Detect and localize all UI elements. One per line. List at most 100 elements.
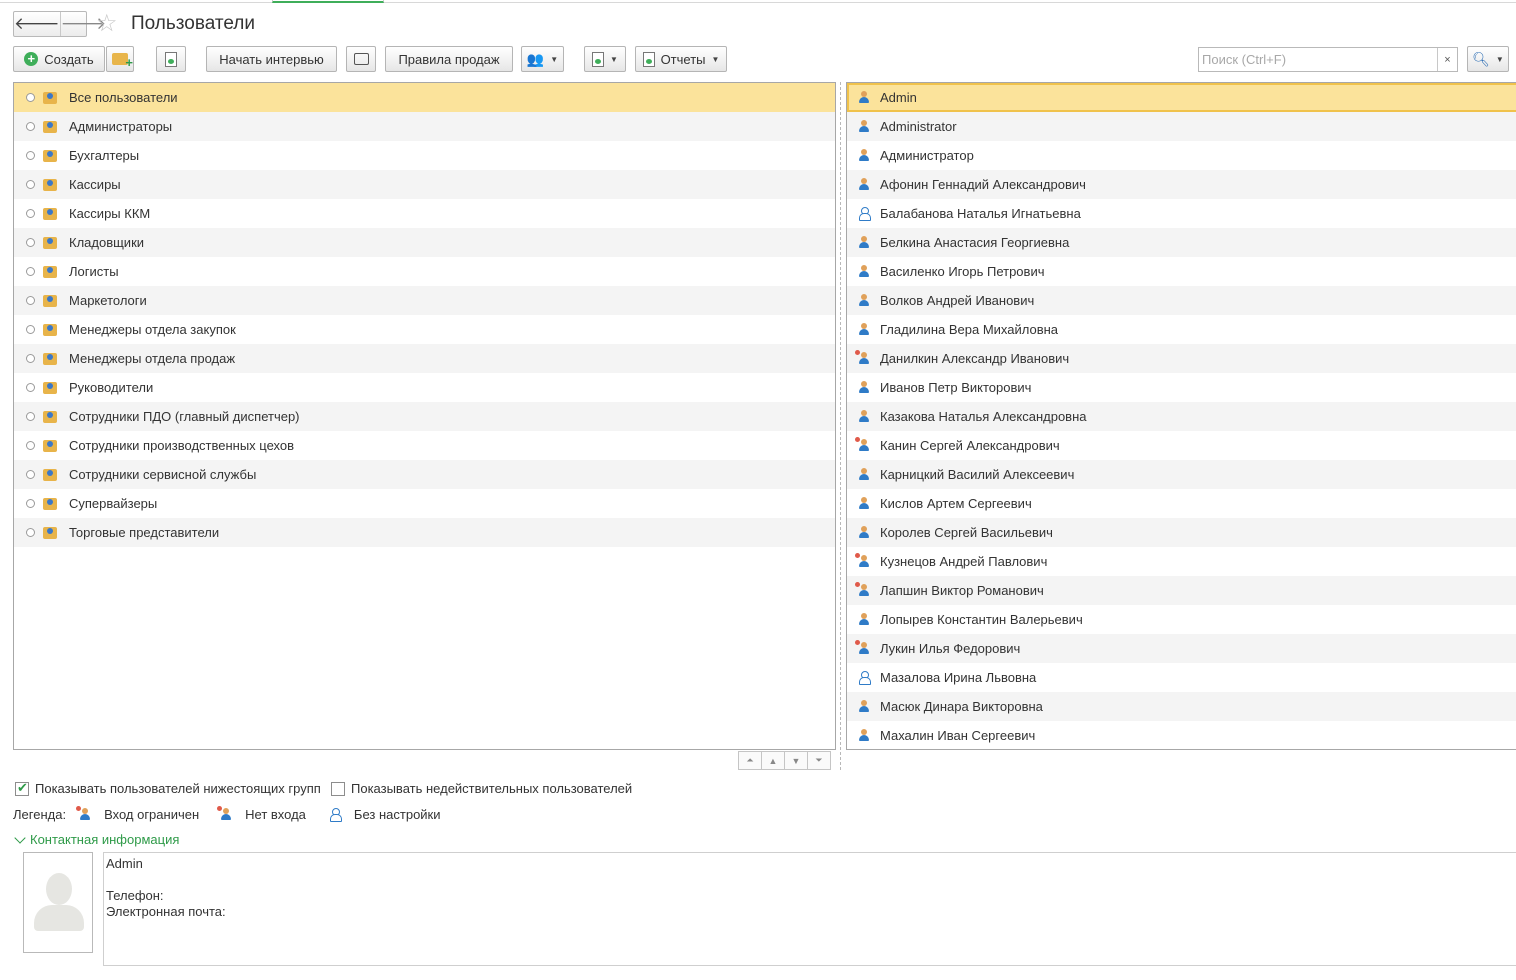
radio-icon — [26, 122, 35, 131]
user-row[interactable]: Кузнецов Андрей Павлович — [847, 547, 1516, 576]
users-menu-button[interactable]: 👥 ▼ — [521, 46, 564, 72]
group-row[interactable]: Торговые представители — [14, 518, 835, 547]
legend-no-login: Нет входа — [245, 807, 306, 822]
user-photo[interactable] — [23, 852, 93, 953]
move-up-button[interactable]: ▲ — [761, 751, 785, 770]
group-row[interactable]: Кассиры ККМ — [14, 199, 835, 228]
user-row[interactable]: Мазалова Ирина Львовна — [847, 663, 1516, 692]
panel-splitter[interactable] — [840, 82, 841, 770]
group-row[interactable]: Маркетологи — [14, 286, 835, 315]
user-groups-list[interactable]: Все пользователи Администраторы Бухгалте… — [13, 82, 836, 750]
user-row[interactable]: Канин Сергей Александрович — [847, 431, 1516, 460]
reports-label: Отчеты — [660, 51, 706, 67]
move-down-button[interactable]: ▼ — [784, 751, 808, 770]
user-row[interactable]: Казакова Наталья Александровна — [847, 402, 1516, 431]
search-menu-button[interactable]: 🔍︎ ▼ — [1467, 46, 1509, 72]
radio-icon — [26, 93, 35, 102]
radio-icon — [26, 354, 35, 363]
users-icon: 👥 — [526, 50, 545, 67]
user-name: Иванов Петр Викторович — [880, 380, 1032, 395]
user-row[interactable]: Кислов Артем Сергеевич — [847, 489, 1516, 518]
user-icon — [859, 497, 869, 510]
user-name: Лукин Илья Федорович — [880, 641, 1021, 656]
group-row[interactable]: Менеджеры отдела продаж — [14, 344, 835, 373]
group-row[interactable]: Руководители — [14, 373, 835, 402]
show-subgroups-checkbox[interactable] — [15, 780, 29, 796]
user-row[interactable]: Белкина Анастасия Георгиевна — [847, 228, 1516, 257]
group-row[interactable]: Бухгалтеры — [14, 141, 835, 170]
user-icon — [859, 178, 869, 191]
user-row[interactable]: Иванов Петр Викторович — [847, 373, 1516, 402]
show-inactive-option[interactable]: Показывать недействительных пользователе… — [331, 781, 632, 796]
user-row[interactable]: Масюк Динара Викторовна — [847, 692, 1516, 721]
clear-search-button[interactable]: × — [1437, 48, 1457, 71]
user-row[interactable]: Королев Сергей Васильевич — [847, 518, 1516, 547]
create-button[interactable]: + Создать — [13, 46, 105, 72]
report-icon — [642, 51, 655, 67]
group-label: Менеджеры отдела продаж — [69, 351, 236, 366]
reports-menu-button[interactable]: Отчеты ▼ — [635, 46, 727, 72]
start-interview-button[interactable]: Начать интервью — [206, 46, 337, 72]
user-icon — [859, 149, 869, 162]
dropdown-icon: ▼ — [550, 54, 559, 64]
group-row[interactable]: Сотрудники производственных цехов — [14, 431, 835, 460]
group-row[interactable]: Кассиры — [14, 170, 835, 199]
user-row[interactable]: Лапшин Виктор Романович — [847, 576, 1516, 605]
user-row[interactable]: Афонин Геннадий Александрович — [847, 170, 1516, 199]
radio-icon — [26, 412, 35, 421]
user-row[interactable]: Карницкий Василий Алексеевич — [847, 460, 1516, 489]
user-row[interactable]: Лопырев Константин Валерьевич — [847, 605, 1516, 634]
group-row[interactable]: Администраторы — [14, 112, 835, 141]
users-list[interactable]: Admin Administrator Администратор Афонин… — [846, 82, 1516, 750]
group-row[interactable]: Сотрудники сервисной службы — [14, 460, 835, 489]
group-label: Кладовщики — [69, 235, 145, 250]
user-row[interactable]: Махалин Иван Сергеевич — [847, 721, 1516, 749]
user-icon — [859, 468, 869, 481]
user-row[interactable]: Данилкин Александр Иванович — [847, 344, 1516, 373]
user-row[interactable]: Лукин Илья Федорович — [847, 634, 1516, 663]
user-row[interactable]: Администратор — [847, 141, 1516, 170]
user-row[interactable]: Василенко Игорь Петрович — [847, 257, 1516, 286]
move-bottom-button[interactable]: ⏷ — [807, 751, 831, 770]
sales-rules-button[interactable]: Правила продаж — [385, 46, 513, 72]
user-name: Василенко Игорь Петрович — [880, 264, 1045, 279]
radio-icon — [26, 296, 35, 305]
radio-icon — [26, 499, 35, 508]
group-row[interactable]: Сотрудники ПДО (главный диспетчер) — [14, 402, 835, 431]
show-inactive-checkbox[interactable] — [331, 781, 345, 796]
user-name: Administrator — [880, 119, 957, 134]
user-icon — [859, 700, 869, 713]
user-row[interactable]: Administrator — [847, 112, 1516, 141]
user-row[interactable]: Admin — [847, 83, 1516, 112]
show-subgroups-option[interactable]: Показывать пользователей нижестоящих гру… — [15, 780, 321, 796]
user-icon — [859, 91, 869, 104]
group-row[interactable]: Все пользователи — [14, 83, 835, 112]
back-button[interactable]: 🡐 — [14, 12, 60, 36]
copy-button[interactable] — [156, 46, 186, 72]
group-row[interactable]: Супервайзеры — [14, 489, 835, 518]
radio-icon — [26, 238, 35, 247]
search-input[interactable] — [1199, 48, 1437, 71]
group-row[interactable]: Менеджеры отдела закупок — [14, 315, 835, 344]
user-no-login-icon — [855, 582, 869, 597]
contact-info-toggle[interactable]: Контактная информация — [14, 831, 179, 847]
user-group-icon — [43, 526, 57, 539]
user-name: Администратор — [880, 148, 974, 163]
user-name: Гладилина Вера Михайловна — [880, 322, 1059, 337]
user-group-icon — [43, 236, 57, 249]
user-name: Афонин Геннадий Александрович — [880, 177, 1086, 192]
group-row[interactable]: Кладовщики — [14, 228, 835, 257]
user-row[interactable]: Волков Андрей Иванович — [847, 286, 1516, 315]
user-name: Волков Андрей Иванович — [880, 293, 1035, 308]
user-row[interactable]: Балабанова Наталья Игнатьевна — [847, 199, 1516, 228]
print-menu-button[interactable]: ▼ — [584, 46, 626, 72]
group-row[interactable]: Логисты — [14, 257, 835, 286]
page-title: Пользователи — [131, 13, 256, 34]
create-group-button[interactable] — [106, 46, 134, 72]
legend-no-setup: Без настройки — [353, 807, 441, 822]
move-top-button[interactable]: ⏶ — [738, 751, 762, 770]
folder-add-icon — [112, 53, 133, 70]
favorite-star-icon[interactable]: ☆ — [96, 10, 118, 38]
user-row[interactable]: Гладилина Вера Михайловна — [847, 315, 1516, 344]
message-button[interactable] — [346, 46, 376, 72]
